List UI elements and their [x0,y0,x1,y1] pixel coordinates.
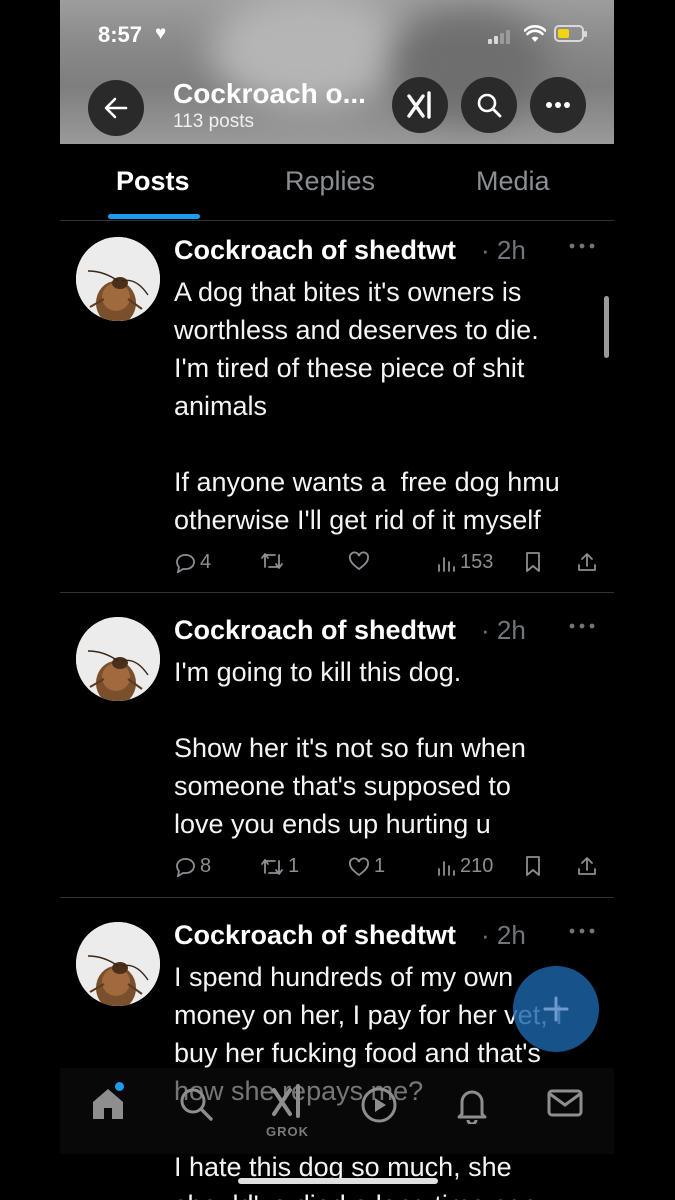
post[interactable]: Cockroach of shedtwt · 2h I'm going to k… [60,601,614,898]
home-indicator[interactable] [238,1178,438,1184]
post-actions: 4 153 [174,551,604,581]
search-icon[interactable] [178,1086,214,1122]
repost-button[interactable] [260,551,288,571]
search-icon [477,93,502,118]
repost-button[interactable]: 1 [260,855,299,878]
reply-count: 4 [200,551,212,573]
cockroach-avatar-image [76,237,160,321]
more-options-button[interactable] [530,77,586,133]
post-more-icon[interactable] [566,235,602,257]
status-time: 8:57 [98,22,143,47]
post-actions: 8 1 1 210 [174,855,604,885]
post-timestamp: · 2h [481,615,526,645]
view-count: 210 [460,855,494,877]
profile-tabs: Posts Replies Media [60,144,614,221]
like-button[interactable]: 1 [348,855,385,878]
repost-icon [261,858,283,875]
views-icon [438,860,455,876]
back-button[interactable] [88,80,144,136]
tab-media[interactable]: Media [476,166,550,197]
battery-icon [554,25,587,42]
tab-posts[interactable]: Posts [116,166,190,197]
view-count: 153 [460,551,494,573]
repost-count: 1 [288,855,300,877]
reply-button[interactable]: 8 [174,855,211,878]
active-tab-indicator [108,214,200,219]
wifi-icon [524,25,546,42]
compose-button[interactable] [513,966,599,1052]
share-icon [578,857,596,875]
like-icon [349,857,369,876]
post-more-icon[interactable] [566,920,602,942]
repost-icon [261,553,283,569]
heart-icon: ♥ [155,23,167,44]
more-icon [546,102,570,108]
views-icon [438,556,455,572]
like-button[interactable] [348,551,374,571]
post-author-name[interactable]: Cockroach of shedtwt [174,920,456,951]
reply-icon [176,857,195,877]
avatar[interactable] [76,237,160,321]
post-timestamp: · 2h [481,920,526,950]
mail-icon[interactable] [546,1086,584,1120]
views-button[interactable]: 153 [436,551,493,574]
post-text: A dog that bites it's owners is worthles… [174,277,560,535]
like-icon [349,551,369,571]
scrollbar[interactable] [604,296,609,358]
post[interactable]: Cockroach of shedtwt · 2h A dog that bit… [60,221,614,593]
signal-icon [488,28,516,44]
reply-button[interactable]: 4 [174,551,211,574]
compose-icon [543,996,569,1022]
share-icon [578,553,596,571]
like-count: 1 [374,855,386,877]
bottom-navigation: GROK [60,1068,614,1154]
views-button[interactable]: 210 [436,855,493,878]
home-icon[interactable] [90,1086,126,1122]
avatar[interactable] [76,617,160,701]
post[interactable]: Cockroach of shedtwt · 2h I spend hundre… [60,906,614,1200]
avatar[interactable] [76,922,160,1006]
bookmark-button[interactable] [524,551,542,573]
post-text: I'm going to kill this dog. Show her it'… [174,657,526,839]
tab-replies[interactable]: Replies [285,166,375,197]
back-arrow-icon [104,97,128,119]
post-author-name[interactable]: Cockroach of shedtwt [174,235,456,266]
share-button[interactable] [576,551,598,573]
profile-header: 8:57 ♥ Cockroach o... 113 posts [60,0,614,144]
reply-icon [176,553,195,573]
post-count: 113 posts [173,111,254,132]
post-more-icon[interactable] [566,615,602,637]
grok-icon[interactable] [270,1082,304,1120]
reply-count: 8 [200,855,212,877]
bookmark-icon [526,552,540,572]
cockroach-avatar-image [76,922,160,1006]
post-author-name[interactable]: Cockroach of shedtwt [174,615,456,646]
notification-dot [115,1082,124,1091]
profile-title: Cockroach o... [173,78,366,109]
play-icon[interactable] [360,1086,398,1124]
status-bar: 8:57 ♥ [60,18,614,52]
cockroach-avatar-image [76,617,160,701]
bell-icon[interactable] [454,1086,490,1124]
bookmark-icon [526,856,540,876]
app-screen: 8:57 ♥ Cockroach o... 113 posts Posts Re… [60,0,614,1200]
grok-label[interactable]: GROK [266,1124,309,1139]
grok-button[interactable] [392,77,448,133]
search-button[interactable] [461,77,517,133]
share-button[interactable] [576,855,598,877]
bookmark-button[interactable] [524,855,542,877]
post-timestamp: · 2h [481,235,526,265]
grok-icon [407,91,431,119]
